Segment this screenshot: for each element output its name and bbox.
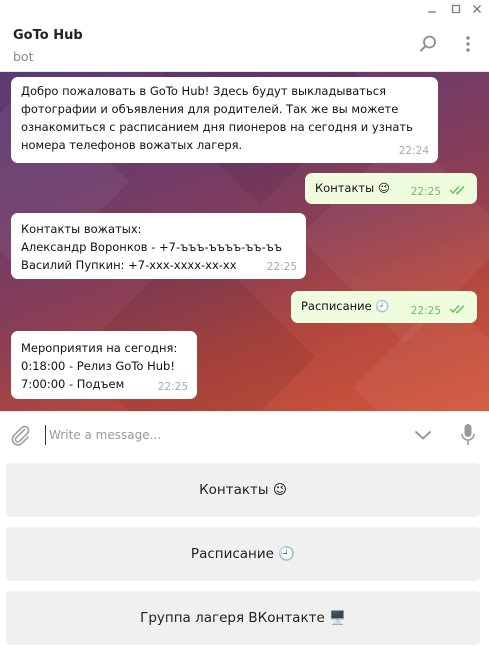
close-icon[interactable] xyxy=(465,0,489,18)
message-time: 22:25 xyxy=(157,381,188,393)
message-text: Александр Воронков - +7-ъъъ-ъъъъ-ъъ-ъъ xyxy=(21,240,282,254)
paperclip-icon[interactable] xyxy=(8,423,32,447)
message-text: ознакомиться с расписанием дня пионеров … xyxy=(21,120,413,134)
message-bubble-incoming[interactable]: Добро пожаловать в GoTo Hub! Здесь будут… xyxy=(11,77,438,163)
message-text: номера телефонов вожатых лагеря. xyxy=(21,138,243,152)
microphone-icon[interactable] xyxy=(456,422,480,448)
double-check-icon xyxy=(449,182,467,200)
message-time: 22:25 xyxy=(410,186,441,198)
window-titlebar xyxy=(0,0,489,18)
message-text: Расписание 🕘 xyxy=(301,299,390,313)
message-bubble-outgoing[interactable]: Расписание 🕘 22:25 xyxy=(291,291,477,323)
message-text: Мероприятия на сегодня: xyxy=(21,341,178,355)
search-icon[interactable] xyxy=(416,32,440,56)
message-bubble-incoming[interactable]: Мероприятия на сегодня: 0:18:00 - Релиз … xyxy=(11,331,197,399)
message-text: фотографии и объявления для родителей. Т… xyxy=(21,102,399,116)
keyboard-button-contacts[interactable]: Контакты 😉 xyxy=(6,463,480,517)
keyboard-button-label: Контакты 😉 xyxy=(199,482,287,498)
minimize-icon[interactable] xyxy=(420,0,444,18)
message-bubble-incoming[interactable]: Контакты вожатых: Александр Воронков - +… xyxy=(11,213,306,279)
chat-subtitle: bot xyxy=(13,49,34,64)
message-text: Контакты 😉 xyxy=(315,181,390,195)
message-time: 22:25 xyxy=(410,305,441,317)
message-composer xyxy=(0,411,489,457)
chat-title[interactable]: GoTo Hub xyxy=(13,28,83,43)
message-list[interactable]: Добро пожаловать в GoTo Hub! Здесь будут… xyxy=(0,72,489,411)
message-text: 0:18:00 - Релиз GoTo Hub! xyxy=(21,359,175,373)
message-text: Добро пожаловать в GoTo Hub! Здесь будут… xyxy=(21,84,386,98)
keyboard-button-label: Группа лагеря ВКонтакте 🖥️ xyxy=(140,610,346,626)
message-time: 22:25 xyxy=(266,261,297,273)
message-text: Василий Пупкин: +7-xxx-xxxx-xx-xx xyxy=(21,258,237,272)
more-vertical-icon[interactable] xyxy=(456,32,480,56)
keyboard-button-schedule[interactable]: Расписание 🕘 xyxy=(6,527,480,581)
message-input[interactable] xyxy=(45,425,345,445)
bot-reply-keyboard: Контакты 😉 Расписание 🕘 Группа лагеря ВК… xyxy=(0,457,489,648)
chevron-down-icon[interactable] xyxy=(410,423,436,447)
message-time: 22:24 xyxy=(398,145,429,157)
message-bubble-outgoing[interactable]: Контакты 😉 22:25 xyxy=(305,173,477,204)
double-check-icon xyxy=(449,301,467,319)
keyboard-button-vk-group[interactable]: Группа лагеря ВКонтакте 🖥️ xyxy=(6,591,480,645)
chat-header: GoTo Hub bot xyxy=(0,18,489,72)
keyboard-button-label: Расписание 🕘 xyxy=(190,546,296,562)
message-text: Контакты вожатых: xyxy=(21,222,142,236)
